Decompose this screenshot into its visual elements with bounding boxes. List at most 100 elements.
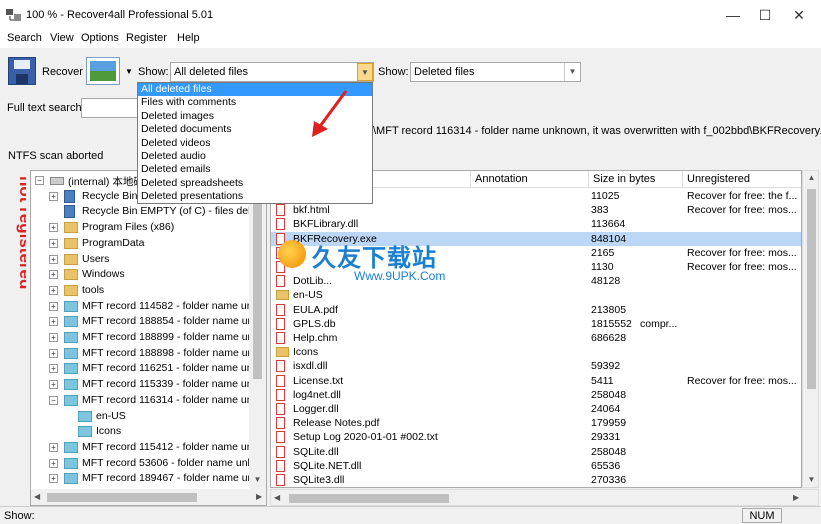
- file-row[interactable]: SQLite.NET.dll 65536: [271, 459, 801, 473]
- dropdown-option[interactable]: Deleted emails: [138, 163, 372, 176]
- expand-icon[interactable]: +: [49, 223, 58, 233]
- file-row[interactable]: SQLite3.dll 270336: [271, 473, 801, 487]
- file-row[interactable]: log4net.dll 258048: [271, 388, 801, 402]
- recover-button[interactable]: Recover: [42, 66, 83, 78]
- watermark-url: Www.9UPK.Com: [354, 269, 446, 283]
- file-row[interactable]: Help.chm 686628: [271, 331, 801, 345]
- tree-node-label: tools: [82, 283, 105, 296]
- file-row[interactable]: Logger.dll 24064: [271, 402, 801, 416]
- menu-view[interactable]: View: [50, 32, 74, 44]
- file-row[interactable]: EULA.pdf 213805: [271, 303, 801, 317]
- scroll-right-icon[interactable]: ▶: [793, 493, 799, 502]
- file-icon: [276, 431, 285, 444]
- menu-options[interactable]: Options: [81, 32, 119, 44]
- expand-icon[interactable]: +: [49, 238, 58, 248]
- file-size: 270336: [591, 474, 627, 486]
- file-unregistered-note: Recover for free: the f...: [687, 190, 798, 202]
- file-size: 24064: [591, 403, 621, 415]
- scroll-right-icon[interactable]: ▶: [256, 492, 262, 501]
- file-name: en-US: [293, 289, 323, 302]
- watermark-logo-icon: [278, 240, 306, 268]
- list-scroll-thumb[interactable]: [807, 189, 816, 389]
- menu-search[interactable]: Search: [7, 32, 42, 44]
- column-size-header[interactable]: Size in bytes: [589, 171, 683, 188]
- dropdown-option[interactable]: Deleted presentations: [138, 190, 372, 203]
- list-hscroll-thumb[interactable]: [289, 494, 449, 503]
- file-size: 686628: [591, 332, 627, 344]
- file-row[interactable]: en-US: [271, 288, 801, 302]
- window-title: 100 % - Recover4all Professional 5.01: [26, 9, 214, 21]
- scroll-up-icon[interactable]: ▲: [803, 173, 820, 182]
- status-bar: Show: NUM: [0, 506, 821, 524]
- list-vertical-scrollbar[interactable]: ▲ ▼: [802, 170, 819, 488]
- menu-register[interactable]: Register: [126, 32, 167, 44]
- dropdown-option[interactable]: Deleted spreadsheets: [138, 177, 372, 190]
- column-unregistered-header[interactable]: Unregistered: [683, 171, 801, 188]
- show-type-combo[interactable]: Deleted files ▼: [410, 62, 581, 82]
- file-row[interactable]: SQLite.dll 258048: [271, 445, 801, 459]
- tree-horizontal-scrollbar[interactable]: ◀ ▶: [31, 489, 266, 505]
- folder-icon: [64, 300, 78, 312]
- file-row[interactable]: Icons: [271, 345, 801, 359]
- close-button[interactable]: ✕: [782, 0, 816, 30]
- collapse-icon[interactable]: −: [49, 395, 58, 405]
- tree-scroll-thumb[interactable]: [253, 189, 262, 379]
- file-size: 2165: [591, 246, 615, 259]
- file-row[interactable]: GPLS.db 1815552 compr...: [271, 317, 801, 331]
- collapse-icon[interactable]: −: [35, 176, 44, 185]
- image-view-button[interactable]: [86, 57, 120, 85]
- folder-icon: [78, 410, 92, 422]
- maximize-button[interactable]: ☐: [748, 0, 782, 30]
- tree-hscroll-thumb[interactable]: [47, 493, 197, 502]
- save-disk-icon[interactable]: [8, 57, 36, 85]
- expand-icon[interactable]: +: [49, 474, 58, 484]
- tree-node-label: MFT record 115339 - folder name unk: [82, 378, 258, 391]
- expand-icon[interactable]: +: [49, 380, 58, 390]
- file-name: BKFLibrary.dll: [293, 218, 359, 231]
- chevron-down-icon[interactable]: ▼: [564, 63, 580, 81]
- expand-icon[interactable]: +: [49, 458, 58, 468]
- expand-icon[interactable]: +: [49, 285, 58, 295]
- file-list[interactable]: Annotation Size in bytes Unregistered 11…: [270, 170, 802, 488]
- image-view-dropdown-icon[interactable]: ▼: [125, 67, 133, 76]
- show-type-value: Deleted files: [414, 66, 475, 78]
- expand-icon[interactable]: +: [49, 442, 58, 452]
- tree-node-label: MFT record 189467 - folder name unk: [82, 472, 259, 485]
- file-size: 258048: [591, 388, 627, 401]
- file-row[interactable]: Setup Log 2020-01-01 #002.txt 29331: [271, 430, 801, 444]
- folder-icon: [64, 253, 78, 265]
- expand-icon[interactable]: +: [49, 254, 58, 264]
- chevron-down-icon[interactable]: ▼: [357, 63, 373, 81]
- dropdown-option[interactable]: Deleted audio: [138, 150, 372, 163]
- expand-icon[interactable]: +: [49, 333, 58, 342]
- list-horizontal-scrollbar[interactable]: ◀ ▶: [270, 489, 819, 506]
- menu-help[interactable]: Help: [177, 32, 200, 44]
- file-size: 383: [591, 204, 609, 217]
- folder-icon: [64, 316, 78, 328]
- scroll-left-icon[interactable]: ◀: [274, 493, 280, 502]
- column-annotation-header[interactable]: Annotation: [471, 171, 589, 188]
- scroll-down-icon[interactable]: ▼: [803, 475, 820, 484]
- file-row[interactable]: License.txt 5411 Recover for free: mos...: [271, 374, 801, 388]
- scroll-down-icon[interactable]: ▼: [249, 475, 266, 484]
- tree-vertical-scrollbar[interactable]: ▲ ▼: [249, 171, 266, 489]
- expand-icon[interactable]: +: [49, 191, 58, 201]
- recycle-bin-icon: [64, 189, 75, 203]
- fulltext-search-input[interactable]: [81, 98, 141, 118]
- file-row[interactable]: BKFLibrary.dll 113664: [271, 217, 801, 231]
- file-row[interactable]: Release Notes.pdf 179959: [271, 416, 801, 430]
- not-registered-banner: not registered: [16, 176, 26, 289]
- expand-icon[interactable]: +: [49, 301, 58, 311]
- scroll-left-icon[interactable]: ◀: [34, 492, 40, 501]
- file-annotation: compr...: [640, 317, 678, 330]
- file-row[interactable]: isxdl.dll 59392: [271, 359, 801, 373]
- expand-icon[interactable]: +: [49, 364, 58, 374]
- expand-icon[interactable]: +: [49, 348, 58, 358]
- expand-icon[interactable]: +: [49, 317, 58, 327]
- minimize-button[interactable]: —: [716, 0, 750, 30]
- expand-icon[interactable]: +: [49, 270, 58, 280]
- file-row[interactable]: bkf.html 383 Recover for free: mos...: [271, 203, 801, 217]
- file-name: isxdl.dll: [293, 360, 328, 373]
- folder-tree[interactable]: − (internal) 本地磁盘 + Recycle Bin (c Recycle B…: [30, 170, 267, 506]
- show-filter-combo[interactable]: All deleted files ▼: [170, 62, 374, 82]
